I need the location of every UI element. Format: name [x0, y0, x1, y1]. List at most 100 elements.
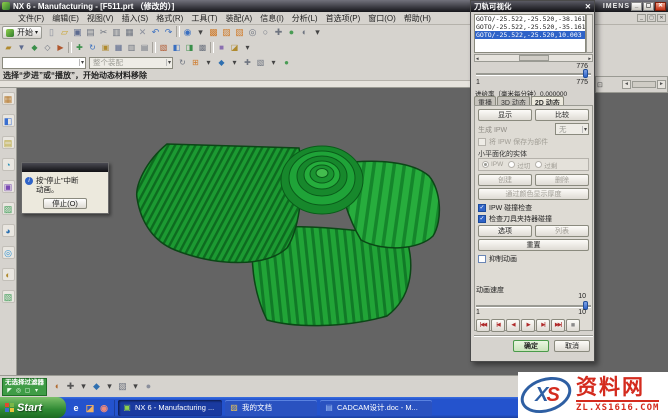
- select-rect-icon[interactable]: ▢: [23, 387, 32, 395]
- play-to-end-button[interactable]: ▶▶|: [551, 319, 565, 332]
- select-zoom-icon[interactable]: ◎: [14, 387, 23, 395]
- menu-file[interactable]: 文件(F): [14, 12, 48, 25]
- taskbar-task-nx[interactable]: ▣ NX 6 - Manufacturing ...: [118, 400, 222, 416]
- visualize-icon[interactable]: ◉: [181, 26, 194, 39]
- create-program-icon[interactable]: ▰: [2, 41, 15, 54]
- create-geometry-icon[interactable]: ◆: [28, 41, 41, 54]
- zoom-icon[interactable]: ◎: [246, 26, 259, 39]
- select-caret-icon[interactable]: ▾: [32, 387, 41, 395]
- dialog-titlebar[interactable]: 刀轨可视化 ✕: [471, 1, 594, 12]
- face-analysis-icon[interactable]: ◐: [51, 380, 64, 393]
- workpiece-icon[interactable]: ■: [215, 41, 228, 54]
- datum-caret-icon[interactable]: ▾: [129, 380, 142, 393]
- cut-icon[interactable]: ✂: [97, 26, 110, 39]
- menu-assemblies[interactable]: 装配(A): [222, 12, 257, 25]
- scroll-left-arrow[interactable]: ◄: [622, 80, 631, 89]
- assembly-navigator-icon[interactable]: ▦: [2, 92, 15, 105]
- machine-navigator-icon[interactable]: ▣: [2, 180, 15, 193]
- select-cursor-icon[interactable]: ◤: [5, 387, 14, 395]
- stop-button[interactable]: ■: [566, 319, 580, 332]
- show-button[interactable]: 显示: [478, 109, 532, 121]
- filter-scope-combo[interactable]: 整个装配 ▾: [89, 57, 173, 69]
- menu-view[interactable]: 视图(V): [83, 12, 118, 25]
- show-desktop-icon[interactable]: ◪: [84, 402, 96, 414]
- render-style-icon[interactable]: ●: [280, 56, 293, 69]
- cancel-button[interactable]: 取消: [554, 340, 590, 352]
- operation-navigator-icon[interactable]: ◔: [2, 158, 15, 171]
- datum-icon[interactable]: ▧: [116, 380, 129, 393]
- menu-preferences[interactable]: 首选项(P): [322, 12, 365, 25]
- minimize-button[interactable]: _: [631, 2, 642, 11]
- hd3d-tools-icon[interactable]: ◕: [2, 224, 15, 237]
- menu-analysis[interactable]: 分析(L): [288, 12, 322, 25]
- create-tool-icon[interactable]: ▼: [15, 41, 28, 54]
- open-file-icon[interactable]: ▱: [58, 26, 71, 39]
- refresh-icon[interactable]: ↻: [176, 56, 189, 69]
- menu-window[interactable]: 窗口(O): [364, 12, 400, 25]
- fit-view-icon[interactable]: ⊞: [189, 56, 202, 69]
- menu-help[interactable]: 帮助(H): [400, 12, 435, 25]
- goto-vertical-scrollbar[interactable]: [586, 14, 593, 53]
- expand-icon[interactable]: ⊡: [597, 81, 603, 89]
- progress-slider[interactable]: [476, 73, 591, 75]
- snap-point-icon[interactable]: ◆: [215, 56, 228, 69]
- progress-slider-thumb[interactable]: [583, 69, 588, 78]
- reuse-library-icon[interactable]: ▨: [2, 202, 15, 215]
- snap-point-icon[interactable]: ◆: [90, 380, 103, 393]
- constraint-navigator-icon[interactable]: ◧: [2, 114, 15, 127]
- machining-objects-icon[interactable]: ◨: [183, 41, 196, 54]
- print-icon[interactable]: ▤: [84, 26, 97, 39]
- pan-icon[interactable]: ✚: [272, 26, 285, 39]
- copy-icon[interactable]: ▥: [110, 26, 123, 39]
- row-caret-icon[interactable]: ▾: [241, 41, 254, 54]
- plus-caret-icon[interactable]: ▾: [77, 380, 90, 393]
- mdi-minimize-button[interactable]: _: [637, 14, 646, 22]
- orbit-icon[interactable]: ○: [259, 26, 272, 39]
- delete-button[interactable]: 删除: [535, 174, 589, 186]
- output-clsf-icon[interactable]: ▤: [138, 41, 151, 54]
- goto-list[interactable]: GOTO/-25.522,-25.520,-38.161 GOTO/-25.522…: [474, 14, 586, 53]
- create-method-icon[interactable]: ◇: [41, 41, 54, 54]
- new-file-icon[interactable]: ▯: [45, 26, 58, 39]
- radio-ipw[interactable]: IPW: [482, 161, 503, 168]
- ie-browser-icon[interactable]: e: [70, 402, 82, 414]
- post-process-icon[interactable]: ▥: [125, 41, 138, 54]
- start-application-button[interactable]: 开始 ▾: [2, 26, 42, 39]
- goto-line[interactable]: GOTO/-25.522,-25.520,-38.161: [475, 15, 585, 23]
- thickness-by-color-button[interactable]: 通过颜色显示厚度: [478, 188, 589, 200]
- sphere-icon[interactable]: ●: [142, 380, 155, 393]
- web-browser-icon[interactable]: ◎: [2, 246, 15, 259]
- radio-excess[interactable]: 过剩: [535, 160, 557, 170]
- create-operation-icon[interactable]: ▶: [54, 41, 67, 54]
- layout-single-icon[interactable]: ▩: [207, 26, 220, 39]
- speed-slider[interactable]: [476, 305, 591, 307]
- menu-tools[interactable]: 工具(T): [187, 12, 221, 25]
- scroll-thumb[interactable]: [632, 81, 656, 88]
- options-button[interactable]: 选项: [478, 225, 532, 237]
- hscroll-thumb[interactable]: [519, 55, 549, 61]
- step-back-button[interactable]: |◀: [491, 319, 505, 332]
- redo-icon[interactable]: ↷: [162, 26, 175, 39]
- workpart-combo[interactable]: ▾: [2, 57, 86, 69]
- plus-icon[interactable]: ✚: [64, 380, 77, 393]
- generate-toolpath-icon[interactable]: ✚: [73, 41, 86, 54]
- stop-button[interactable]: 停止(O): [43, 198, 87, 209]
- ok-button[interactable]: 确定: [513, 340, 549, 352]
- generate-ipw-combo[interactable]: 无 ▾: [555, 123, 589, 135]
- compare-button[interactable]: 比较: [535, 109, 589, 121]
- play-to-start-button[interactable]: |◀◀: [476, 319, 490, 332]
- simulate-machine-icon[interactable]: ▦: [112, 41, 125, 54]
- step-forward-button[interactable]: ▶|: [536, 319, 550, 332]
- roles-icon[interactable]: ▧: [2, 290, 15, 303]
- back-button[interactable]: ◀: [506, 319, 520, 332]
- play-button[interactable]: ▶: [521, 319, 535, 332]
- part-navigator-icon[interactable]: ▤: [2, 136, 15, 149]
- goto-line[interactable]: GOTO/-25.522,-25.520,10.003: [475, 31, 585, 39]
- save-ipw-checkbox[interactable]: 将 IPW 保存为部件: [478, 137, 548, 147]
- selection-filter-dropdown[interactable]: 无选择过滤器 ◤◎▢▾: [2, 378, 47, 396]
- verify-toolpath-icon[interactable]: ▣: [99, 41, 112, 54]
- replay-toolpath-icon[interactable]: ↻: [86, 41, 99, 54]
- holder-collision-checkbox[interactable]: ✓ 检查刀具夹持器碰撞: [478, 214, 552, 224]
- taskbar-task-word-doc[interactable]: ▤ CADCAM设计.doc - M...: [320, 400, 432, 416]
- layout-side-icon[interactable]: ▨: [220, 26, 233, 39]
